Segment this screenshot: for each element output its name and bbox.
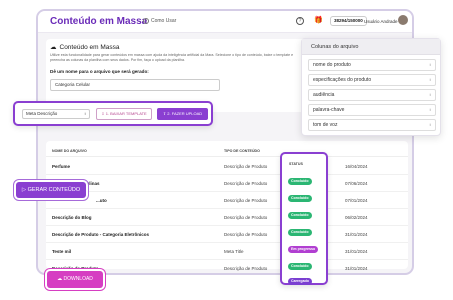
chevron-updown-icon: ↕ xyxy=(84,111,86,116)
generate-label: GERAR CONTEÚDO xyxy=(27,187,81,193)
cloud-icon: ☁ xyxy=(50,44,57,51)
status-badge: Concluído xyxy=(288,195,312,202)
column-select[interactable]: tom de voz ↕ xyxy=(308,119,436,131)
gift-icon[interactable]: 🎁 xyxy=(314,17,323,25)
columns-panel-title: Colunas do arquivo xyxy=(302,39,440,55)
row-type: Descrição de Produto xyxy=(224,215,268,220)
top-bar: Conteúdo em Massa ? Como Usar ? 🎁 38294/… xyxy=(38,11,412,33)
chevron-updown-icon: ↕ xyxy=(429,77,431,82)
generate-content-button[interactable]: ▷ GERAR CONTEÚDO xyxy=(16,182,86,198)
status-column-panel: STATUS Concluído Concluído Concluído Con… xyxy=(280,152,328,285)
status-badge: Concluído xyxy=(288,263,312,270)
user-name[interactable]: Usuário Andrade xyxy=(364,19,398,24)
download-label: DOWNLOAD xyxy=(63,276,93,282)
file-name-label: Dê um nome para o arquivo que será gerad… xyxy=(50,69,149,74)
content-type-select[interactable]: Meta Descrição ↕ xyxy=(22,109,90,119)
chevron-updown-icon: ↕ xyxy=(429,92,431,97)
upload-button[interactable]: ⇧ 2. FAZER UPLOAD xyxy=(157,108,208,120)
row-date: 06/02/2024 xyxy=(345,215,368,220)
row-type: Meta Title xyxy=(224,249,244,254)
upload-label: 2. FAZER UPLOAD xyxy=(167,111,203,116)
column-select[interactable]: especificações do produto ↕ xyxy=(308,74,436,86)
table-row[interactable]: Descrição do Blog Descrição de Produto 0… xyxy=(46,209,408,226)
download-template-label: 1. BAIXAR TEMPLATE xyxy=(105,111,147,116)
table-row[interactable]: Descrição de Produto - Categoria Eletrôn… xyxy=(46,226,408,243)
row-type: Descrição de Produto xyxy=(224,198,268,203)
row-date: 16/04/2024 xyxy=(345,164,368,169)
intro-description: Utilize esta funcionalidade para gerar c… xyxy=(50,53,294,62)
download-button[interactable]: ☁ DOWNLOAD xyxy=(47,271,103,288)
status-badge: Em progresso xyxy=(288,246,319,253)
column-label: palavra-chave xyxy=(313,107,345,113)
status-header: STATUS xyxy=(289,162,303,166)
row-date: 31/01/2024 xyxy=(345,232,368,237)
table-row[interactable]: Teste mil Meta Title 31/01/2024 xyxy=(46,243,408,260)
column-select[interactable]: palavra-chave ↕ xyxy=(308,104,436,116)
status-badge: Concluído xyxy=(288,229,312,236)
download-template-button[interactable]: ⇩ 1. BAIXAR TEMPLATE xyxy=(96,108,152,120)
status-badge: Carregado xyxy=(288,278,312,285)
file-name-input[interactable]: Categoria Celular xyxy=(50,79,220,91)
row-name: Teste mil xyxy=(52,249,72,254)
upload-toolbar: Meta Descrição ↕ ⇩ 1. BAIXAR TEMPLATE ⇧ … xyxy=(13,101,213,126)
status-badge: Concluído xyxy=(288,212,312,219)
question-icon[interactable]: ? xyxy=(296,17,304,25)
row-name: ...uto xyxy=(96,198,107,203)
avatar[interactable] xyxy=(398,15,408,25)
stage: Conteúdo em Massa ? Como Usar ? 🎁 38294/… xyxy=(0,0,453,300)
table-row[interactable]: ...uto Descrição de Produto 07/01/2024 xyxy=(46,192,408,209)
row-date: 31/01/2024 xyxy=(345,249,368,254)
row-type: Descrição de Produto xyxy=(224,164,268,169)
help-link[interactable]: ? Como Usar xyxy=(143,18,176,24)
status-badge: Concluído xyxy=(288,178,312,185)
row-date: 07/06/2024 xyxy=(345,181,368,186)
column-label: tom de voz xyxy=(313,122,338,128)
column-label: audiência xyxy=(313,92,335,98)
page-title: Conteúdo em Massa xyxy=(50,16,148,27)
chevron-updown-icon: ↕ xyxy=(429,62,431,67)
column-select[interactable]: nome do produto ↕ xyxy=(308,59,436,71)
row-type: Descrição de Produto xyxy=(224,232,268,237)
columns-panel: Colunas do arquivo nome do produto ↕ espe… xyxy=(301,38,441,136)
column-label: nome do produto xyxy=(313,62,351,68)
row-date: 31/01/2024 xyxy=(345,266,368,271)
table-header: NOME DO ARQUIVO TIPO DE CONTEÚDO xyxy=(46,145,408,157)
credits-counter: 38294/150000 xyxy=(330,16,367,26)
help-circle-icon: ? xyxy=(143,18,149,24)
row-name: Perfume xyxy=(52,164,71,169)
chevron-updown-icon: ↕ xyxy=(429,122,431,127)
table-row[interactable]: Perfume Descrição de Produto 16/04/2024 xyxy=(46,158,408,175)
files-table: NOME DO ARQUIVO TIPO DE CONTEÚDO Perfume… xyxy=(46,141,408,271)
header-type: TIPO DE CONTEÚDO xyxy=(224,149,260,153)
content-type-value: Meta Descrição xyxy=(26,111,58,116)
table-row[interactable]: Bermudas Masculinas Descrição de Produto… xyxy=(46,175,408,192)
row-name: Descrição de Produto - Categoria Eletrôn… xyxy=(52,232,150,237)
row-type: Descrição de Produto xyxy=(224,181,268,186)
intro-title: Conteúdo em Massa xyxy=(59,43,120,51)
header-name: NOME DO ARQUIVO xyxy=(52,149,87,153)
intro-title-row: ☁ Conteúdo em Massa xyxy=(50,43,120,52)
help-label: Como Usar xyxy=(151,18,177,24)
row-name: Descrição do Blog xyxy=(52,215,92,220)
column-label: especificações do produto xyxy=(313,77,372,83)
column-select[interactable]: audiência ↕ xyxy=(308,89,436,101)
row-date: 07/01/2024 xyxy=(345,198,368,203)
row-type: Descrição de Produto xyxy=(224,266,268,271)
chevron-updown-icon: ↕ xyxy=(429,107,431,112)
